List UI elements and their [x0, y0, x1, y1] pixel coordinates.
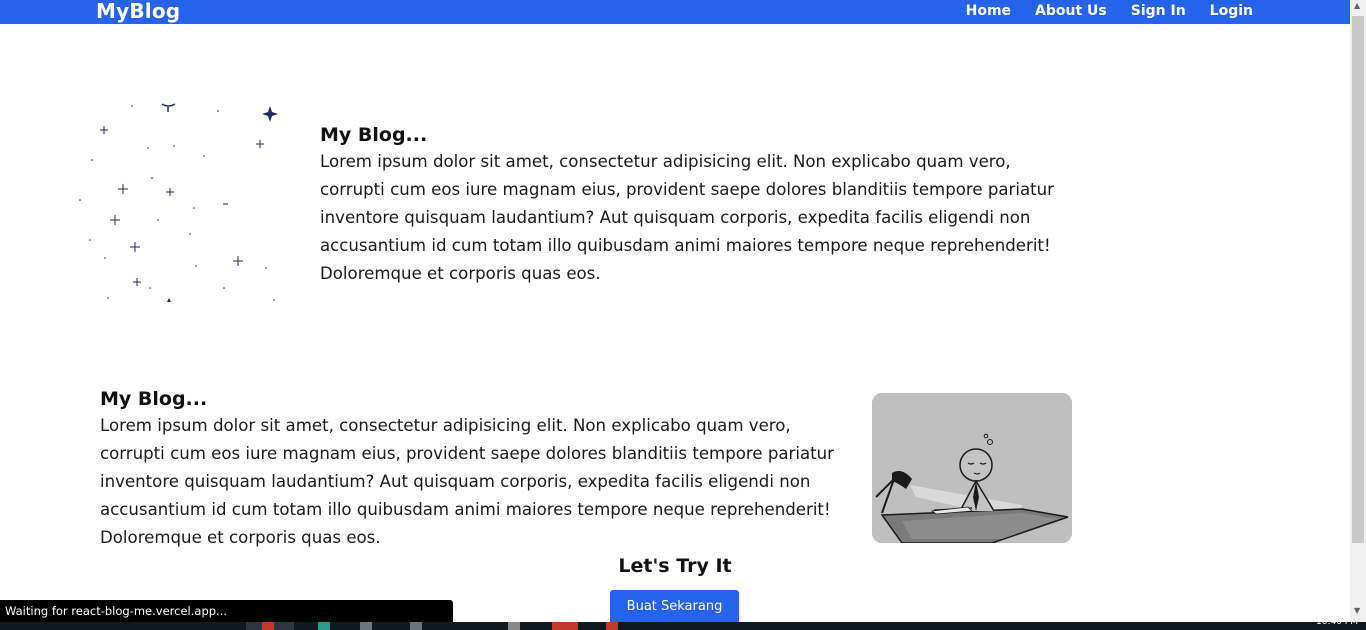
nav-link-about-us[interactable]: About Us	[1035, 3, 1107, 19]
vertical-scrollbar[interactable]: ▲ ▼	[1350, 0, 1366, 622]
browser-app-icon[interactable]	[262, 622, 274, 630]
nav-link-sign-in[interactable]: Sign In	[1131, 3, 1186, 19]
app-icon[interactable]	[606, 622, 618, 630]
app-icon[interactable]	[552, 622, 578, 630]
nav-link-login[interactable]: Login	[1210, 3, 1253, 19]
section-2-content: My Blog... Lorem ipsum dolor sit amet, c…	[100, 386, 840, 552]
scroll-thumb[interactable]	[1352, 16, 1364, 543]
page: MyBlog Home About Us Sign In Login ▲ ▼ M…	[0, 0, 1366, 630]
section-1-title: My Blog...	[320, 124, 428, 146]
app-icon[interactable]	[508, 622, 520, 630]
os-taskbar: 10:40 PM	[0, 617, 1366, 630]
section-1-content: My Blog... Lorem ipsum dolor sit amet, c…	[320, 122, 1060, 288]
browser-status-bar: Waiting for react-blog-me.vercel.app...	[0, 600, 453, 622]
buat-sekarang-button[interactable]: Buat Sekarang	[610, 590, 739, 626]
cta-heading: Let's Try It	[618, 555, 732, 577]
brand-logo[interactable]: MyBlog	[96, 0, 180, 23]
nav-links: Home About Us Sign In Login	[966, 3, 1253, 19]
navbar: MyBlog Home About Us Sign In Login	[0, 0, 1350, 24]
nav-link-home[interactable]: Home	[966, 3, 1011, 19]
taskbar-clock[interactable]: 10:40 PM	[1316, 617, 1358, 627]
scroll-down-arrow-icon[interactable]: ▼	[1354, 606, 1360, 615]
section-2-body: Lorem ipsum dolor sit amet, consectetur …	[100, 416, 834, 547]
sparkles-illustration	[79, 103, 278, 302]
app-icon[interactable]	[360, 622, 372, 630]
section-1-body: Lorem ipsum dolor sit amet, consectetur …	[320, 152, 1054, 283]
app-icon[interactable]	[410, 622, 422, 630]
app-icon[interactable]	[318, 622, 330, 630]
scroll-up-arrow-icon[interactable]: ▲	[1354, 1, 1360, 10]
section-2-title: My Blog...	[100, 388, 208, 410]
person-at-desk-illustration	[872, 393, 1072, 543]
